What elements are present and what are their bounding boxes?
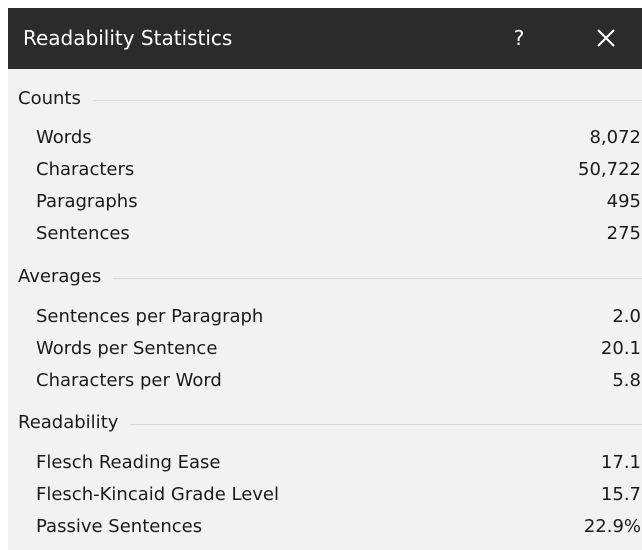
stat-value: 20.1 bbox=[600, 338, 641, 359]
stat-row-flesch-reading-ease: Flesch Reading Ease 17.1 bbox=[36, 447, 641, 479]
help-button[interactable]: ? bbox=[504, 22, 534, 54]
stat-value: 50,722 bbox=[578, 159, 641, 180]
stat-value: 17.1 bbox=[600, 452, 641, 473]
stat-value: 495 bbox=[606, 191, 641, 212]
stat-value: 15.7 bbox=[600, 484, 641, 505]
stat-value: 2.0 bbox=[612, 306, 641, 327]
group-header-counts: Counts bbox=[18, 87, 642, 111]
stat-label: Flesch Reading Ease bbox=[36, 452, 221, 473]
group-label: Counts bbox=[18, 88, 81, 109]
stat-value: 22.9% bbox=[583, 516, 641, 537]
stat-row-flesch-kincaid-grade-level: Flesch-Kincaid Grade Level 15.7 bbox=[36, 479, 641, 511]
stat-row-passive-sentences: Passive Sentences 22.9% bbox=[36, 511, 641, 543]
close-button[interactable] bbox=[590, 22, 622, 54]
stat-row-sentences-per-paragraph: Sentences per Paragraph 2.0 bbox=[36, 301, 641, 333]
stat-value: 5.8 bbox=[612, 370, 641, 391]
stat-label: Sentences per Paragraph bbox=[36, 306, 264, 327]
stat-value: 275 bbox=[606, 223, 641, 244]
group-header-readability: Readability bbox=[18, 411, 642, 435]
group-header-averages: Averages bbox=[18, 265, 642, 289]
dialog-title: Readability Statistics bbox=[23, 26, 233, 50]
stat-label: Characters bbox=[36, 159, 135, 180]
stat-row-words-per-sentence: Words per Sentence 20.1 bbox=[36, 333, 641, 365]
close-icon bbox=[597, 29, 615, 47]
stat-row-sentences: Sentences 275 bbox=[36, 218, 641, 250]
stat-row-characters-per-word: Characters per Word 5.8 bbox=[36, 365, 641, 397]
stat-label: Flesch-Kincaid Grade Level bbox=[36, 484, 280, 505]
stat-row-characters: Characters 50,722 bbox=[36, 154, 641, 186]
stat-row-paragraphs: Paragraphs 495 bbox=[36, 186, 641, 218]
stat-label: Words bbox=[36, 127, 92, 148]
stat-label: Paragraphs bbox=[36, 191, 138, 212]
group-label: Averages bbox=[18, 266, 102, 287]
stat-value: 8,072 bbox=[589, 127, 641, 148]
divider bbox=[130, 423, 642, 425]
readability-statistics-dialog: Readability Statistics ? Counts Words 8,… bbox=[8, 8, 642, 550]
group-label: Readability bbox=[18, 412, 119, 433]
stat-label: Characters per Word bbox=[36, 370, 222, 391]
divider bbox=[92, 99, 642, 101]
stat-label: Words per Sentence bbox=[36, 338, 218, 359]
stat-label: Sentences bbox=[36, 223, 130, 244]
divider bbox=[113, 277, 642, 279]
stat-label: Passive Sentences bbox=[36, 516, 203, 537]
stat-row-words: Words 8,072 bbox=[36, 122, 641, 154]
title-bar[interactable]: Readability Statistics ? bbox=[8, 8, 642, 69]
